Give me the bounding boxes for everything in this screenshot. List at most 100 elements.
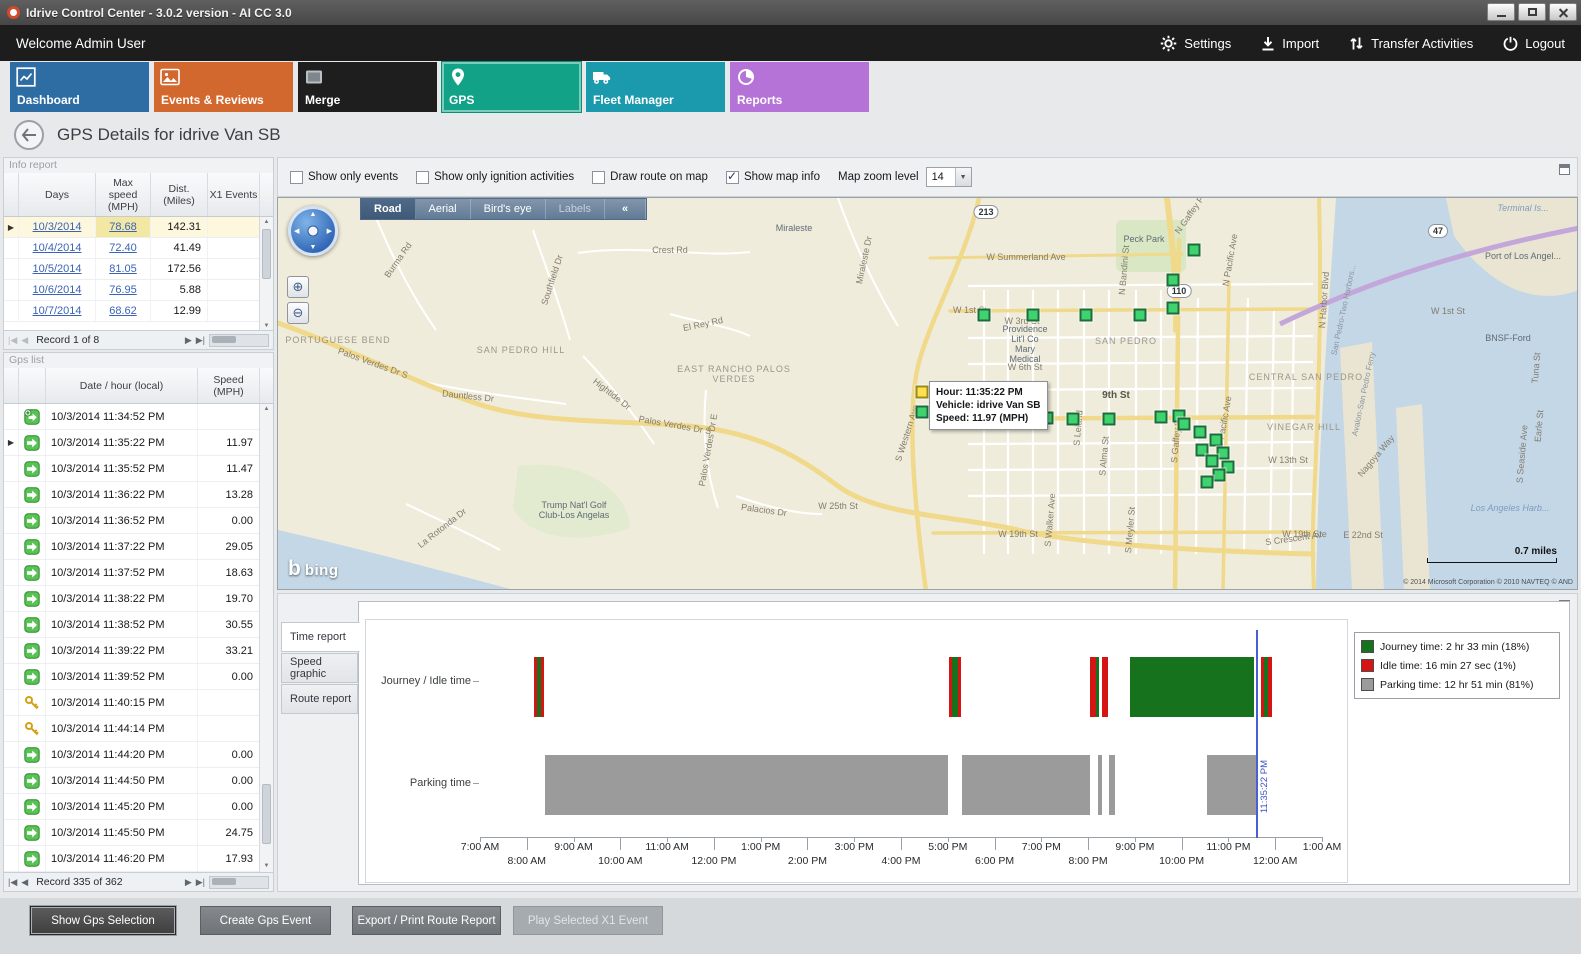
map-zoom-select[interactable]: 14 ▼ bbox=[926, 167, 972, 187]
gps-marker[interactable] bbox=[1213, 469, 1226, 482]
close-button[interactable] bbox=[1549, 3, 1577, 21]
nav-tile-reports[interactable]: Reports bbox=[730, 62, 869, 112]
gps-marker[interactable] bbox=[1167, 302, 1180, 315]
pan-up-icon[interactable]: ▲ bbox=[310, 211, 317, 218]
gps-list-row[interactable]: 10/3/2014 11:36:22 PM13.28 bbox=[4, 482, 273, 508]
gps-marker[interactable] bbox=[1027, 309, 1040, 322]
info-pager-last-button[interactable]: ▶| bbox=[196, 336, 205, 345]
gps-list-row[interactable]: 10/3/2014 11:46:20 PM17.93 bbox=[4, 846, 273, 872]
nav-tile-dashboard[interactable]: Dashboard bbox=[10, 62, 149, 112]
scroll-down-icon[interactable]: ▼ bbox=[260, 861, 273, 872]
day-link[interactable]: 10/5/2014 bbox=[33, 263, 82, 275]
checkbox-box[interactable] bbox=[726, 171, 739, 184]
selected-gps-marker[interactable] bbox=[916, 386, 929, 399]
gps-list-row[interactable]: 10/3/2014 11:45:20 PM0.00 bbox=[4, 794, 273, 820]
gps-list-row[interactable]: 10/3/2014 11:38:22 PM19.70 bbox=[4, 586, 273, 612]
gps-list-row[interactable]: 10/3/2014 11:34:52 PM bbox=[4, 404, 273, 430]
gps-marker[interactable] bbox=[1103, 413, 1116, 426]
info-pager-first-button[interactable]: |◀ bbox=[8, 336, 17, 345]
gps-marker[interactable] bbox=[1194, 426, 1207, 439]
gps-marker[interactable] bbox=[978, 309, 991, 322]
gps-marker[interactable] bbox=[1206, 455, 1219, 468]
scroll-thumb[interactable] bbox=[262, 229, 271, 279]
day-link[interactable]: 10/6/2014 bbox=[33, 284, 82, 296]
scroll-up-icon[interactable]: ▲ bbox=[260, 217, 273, 228]
column-header[interactable]: X1 Events bbox=[208, 173, 260, 216]
minimize-button[interactable] bbox=[1487, 3, 1515, 21]
gps-pager-last-button[interactable]: ▶| bbox=[196, 878, 205, 887]
gps-list-row[interactable]: 10/3/2014 11:37:52 PM18.63 bbox=[4, 560, 273, 586]
zoom-in-button[interactable]: ⊕ bbox=[287, 276, 309, 298]
gps-list-row[interactable]: 10/3/2014 11:44:20 PM0.00 bbox=[4, 742, 273, 768]
max-speed-link[interactable]: 68.62 bbox=[109, 305, 137, 317]
scroll-up-icon[interactable]: ▲ bbox=[260, 404, 273, 415]
gps-marker[interactable] bbox=[1067, 413, 1080, 426]
gps-list-row[interactable]: 10/3/2014 11:39:52 PM0.00 bbox=[4, 664, 273, 690]
maximize-button[interactable] bbox=[1518, 3, 1546, 21]
max-speed-link[interactable]: 81.05 bbox=[109, 263, 137, 275]
gps-marker[interactable] bbox=[1188, 244, 1201, 257]
checkbox-show-only-ignition-activities[interactable]: Show only ignition activities bbox=[416, 171, 574, 184]
gps-list-row[interactable]: 10/3/2014 11:36:52 PM0.00 bbox=[4, 508, 273, 534]
checkbox-box[interactable] bbox=[592, 171, 605, 184]
info-report-row[interactable]: 10/4/201472.4041.49 bbox=[4, 238, 273, 259]
map-compass-control[interactable]: ▲ ▼ ◀ ▶ bbox=[288, 206, 338, 256]
maximize-panel-icon[interactable] bbox=[1559, 164, 1570, 175]
nav-tile-merge[interactable]: Merge bbox=[298, 62, 437, 112]
map[interactable]: MiralesteCrest RdBurma RdSouthfield DrMi… bbox=[277, 197, 1578, 590]
gps-pager-first-button[interactable]: |◀ bbox=[8, 878, 17, 887]
column-header[interactable]: Date / hour (local) bbox=[46, 368, 198, 403]
topbar-action-transfer[interactable]: Transfer Activities bbox=[1349, 36, 1473, 51]
footer-button-create-gps-event[interactable]: Create Gps Event bbox=[200, 906, 331, 935]
checkbox-show-only-events[interactable]: Show only events bbox=[290, 171, 398, 184]
tab-speed-graphic[interactable]: Speed graphic bbox=[281, 653, 358, 683]
column-header[interactable]: Speed (MPH) bbox=[198, 368, 260, 403]
pan-down-icon[interactable]: ▼ bbox=[310, 244, 317, 251]
gps-pager-prev-button[interactable]: ◀ bbox=[21, 878, 28, 887]
checkbox-show-map-info[interactable]: Show map info bbox=[726, 171, 820, 184]
gps-list-row[interactable]: 10/3/2014 11:44:50 PM0.00 bbox=[4, 768, 273, 794]
max-speed-link[interactable]: 76.95 bbox=[109, 284, 137, 296]
gps-marker[interactable] bbox=[1080, 309, 1093, 322]
gps-list-row[interactable]: ▶10/3/2014 11:35:22 PM11.97 bbox=[4, 430, 273, 456]
column-header[interactable]: Days bbox=[19, 173, 96, 216]
scroll-thumb[interactable] bbox=[212, 878, 236, 885]
max-speed-link[interactable]: 72.40 bbox=[109, 242, 137, 254]
gps-list-row[interactable]: 10/3/2014 11:37:22 PM29.05 bbox=[4, 534, 273, 560]
back-button[interactable] bbox=[14, 120, 44, 150]
zoom-out-button[interactable]: ⊖ bbox=[287, 302, 309, 324]
scroll-thumb[interactable] bbox=[212, 336, 236, 343]
nav-tile-gps[interactable]: GPS bbox=[442, 62, 581, 112]
map-view-tab-birdseye[interactable]: Bird's eye bbox=[471, 199, 546, 219]
gps-marker[interactable] bbox=[916, 406, 929, 419]
gps-list-scrollbar[interactable]: ▲ ▼ bbox=[259, 404, 273, 872]
gps-pager-hscrollbar[interactable] bbox=[209, 876, 269, 889]
topbar-action-import[interactable]: Import bbox=[1261, 36, 1319, 51]
tab-time-report[interactable]: Time report bbox=[281, 622, 360, 652]
gps-list-row[interactable]: 10/3/2014 11:45:50 PM24.75 bbox=[4, 820, 273, 846]
day-link[interactable]: 10/7/2014 bbox=[33, 305, 82, 317]
info-pager-prev-button[interactable]: ◀ bbox=[21, 336, 28, 345]
pan-left-icon[interactable]: ◀ bbox=[294, 227, 299, 235]
day-link[interactable]: 10/4/2014 bbox=[33, 242, 82, 254]
topbar-action-settings[interactable]: Settings bbox=[1160, 35, 1231, 52]
info-report-row[interactable]: ▶10/3/201478.68142.31 bbox=[4, 217, 273, 238]
gps-pager-next-button[interactable]: ▶ bbox=[185, 878, 192, 887]
gps-list-row[interactable]: 10/3/2014 11:44:14 PM bbox=[4, 716, 273, 742]
topbar-action-logout[interactable]: Logout bbox=[1503, 36, 1565, 51]
footer-button-export-print-route-report[interactable]: Export / Print Route Report bbox=[352, 906, 501, 935]
gps-marker[interactable] bbox=[1210, 434, 1223, 447]
compass-center[interactable] bbox=[308, 226, 319, 237]
info-report-row[interactable]: 10/7/201468.6212.99 bbox=[4, 301, 273, 322]
gps-marker[interactable] bbox=[1167, 274, 1180, 287]
nav-tile-fleet[interactable]: Fleet Manager bbox=[586, 62, 725, 112]
info-report-row[interactable]: 10/5/201481.05172.56 bbox=[4, 259, 273, 280]
tab-route-report[interactable]: Route report bbox=[281, 684, 358, 714]
day-link[interactable]: 10/3/2014 bbox=[33, 221, 82, 233]
gps-list-row[interactable]: 10/3/2014 11:39:22 PM33.21 bbox=[4, 638, 273, 664]
map-tabs-collapse-button[interactable]: « bbox=[605, 199, 646, 219]
info-pager-next-button[interactable]: ▶ bbox=[185, 336, 192, 345]
gps-marker[interactable] bbox=[1155, 411, 1168, 424]
gps-list-row[interactable]: 10/3/2014 11:38:52 PM30.55 bbox=[4, 612, 273, 638]
info-pager-hscrollbar[interactable] bbox=[209, 334, 269, 347]
